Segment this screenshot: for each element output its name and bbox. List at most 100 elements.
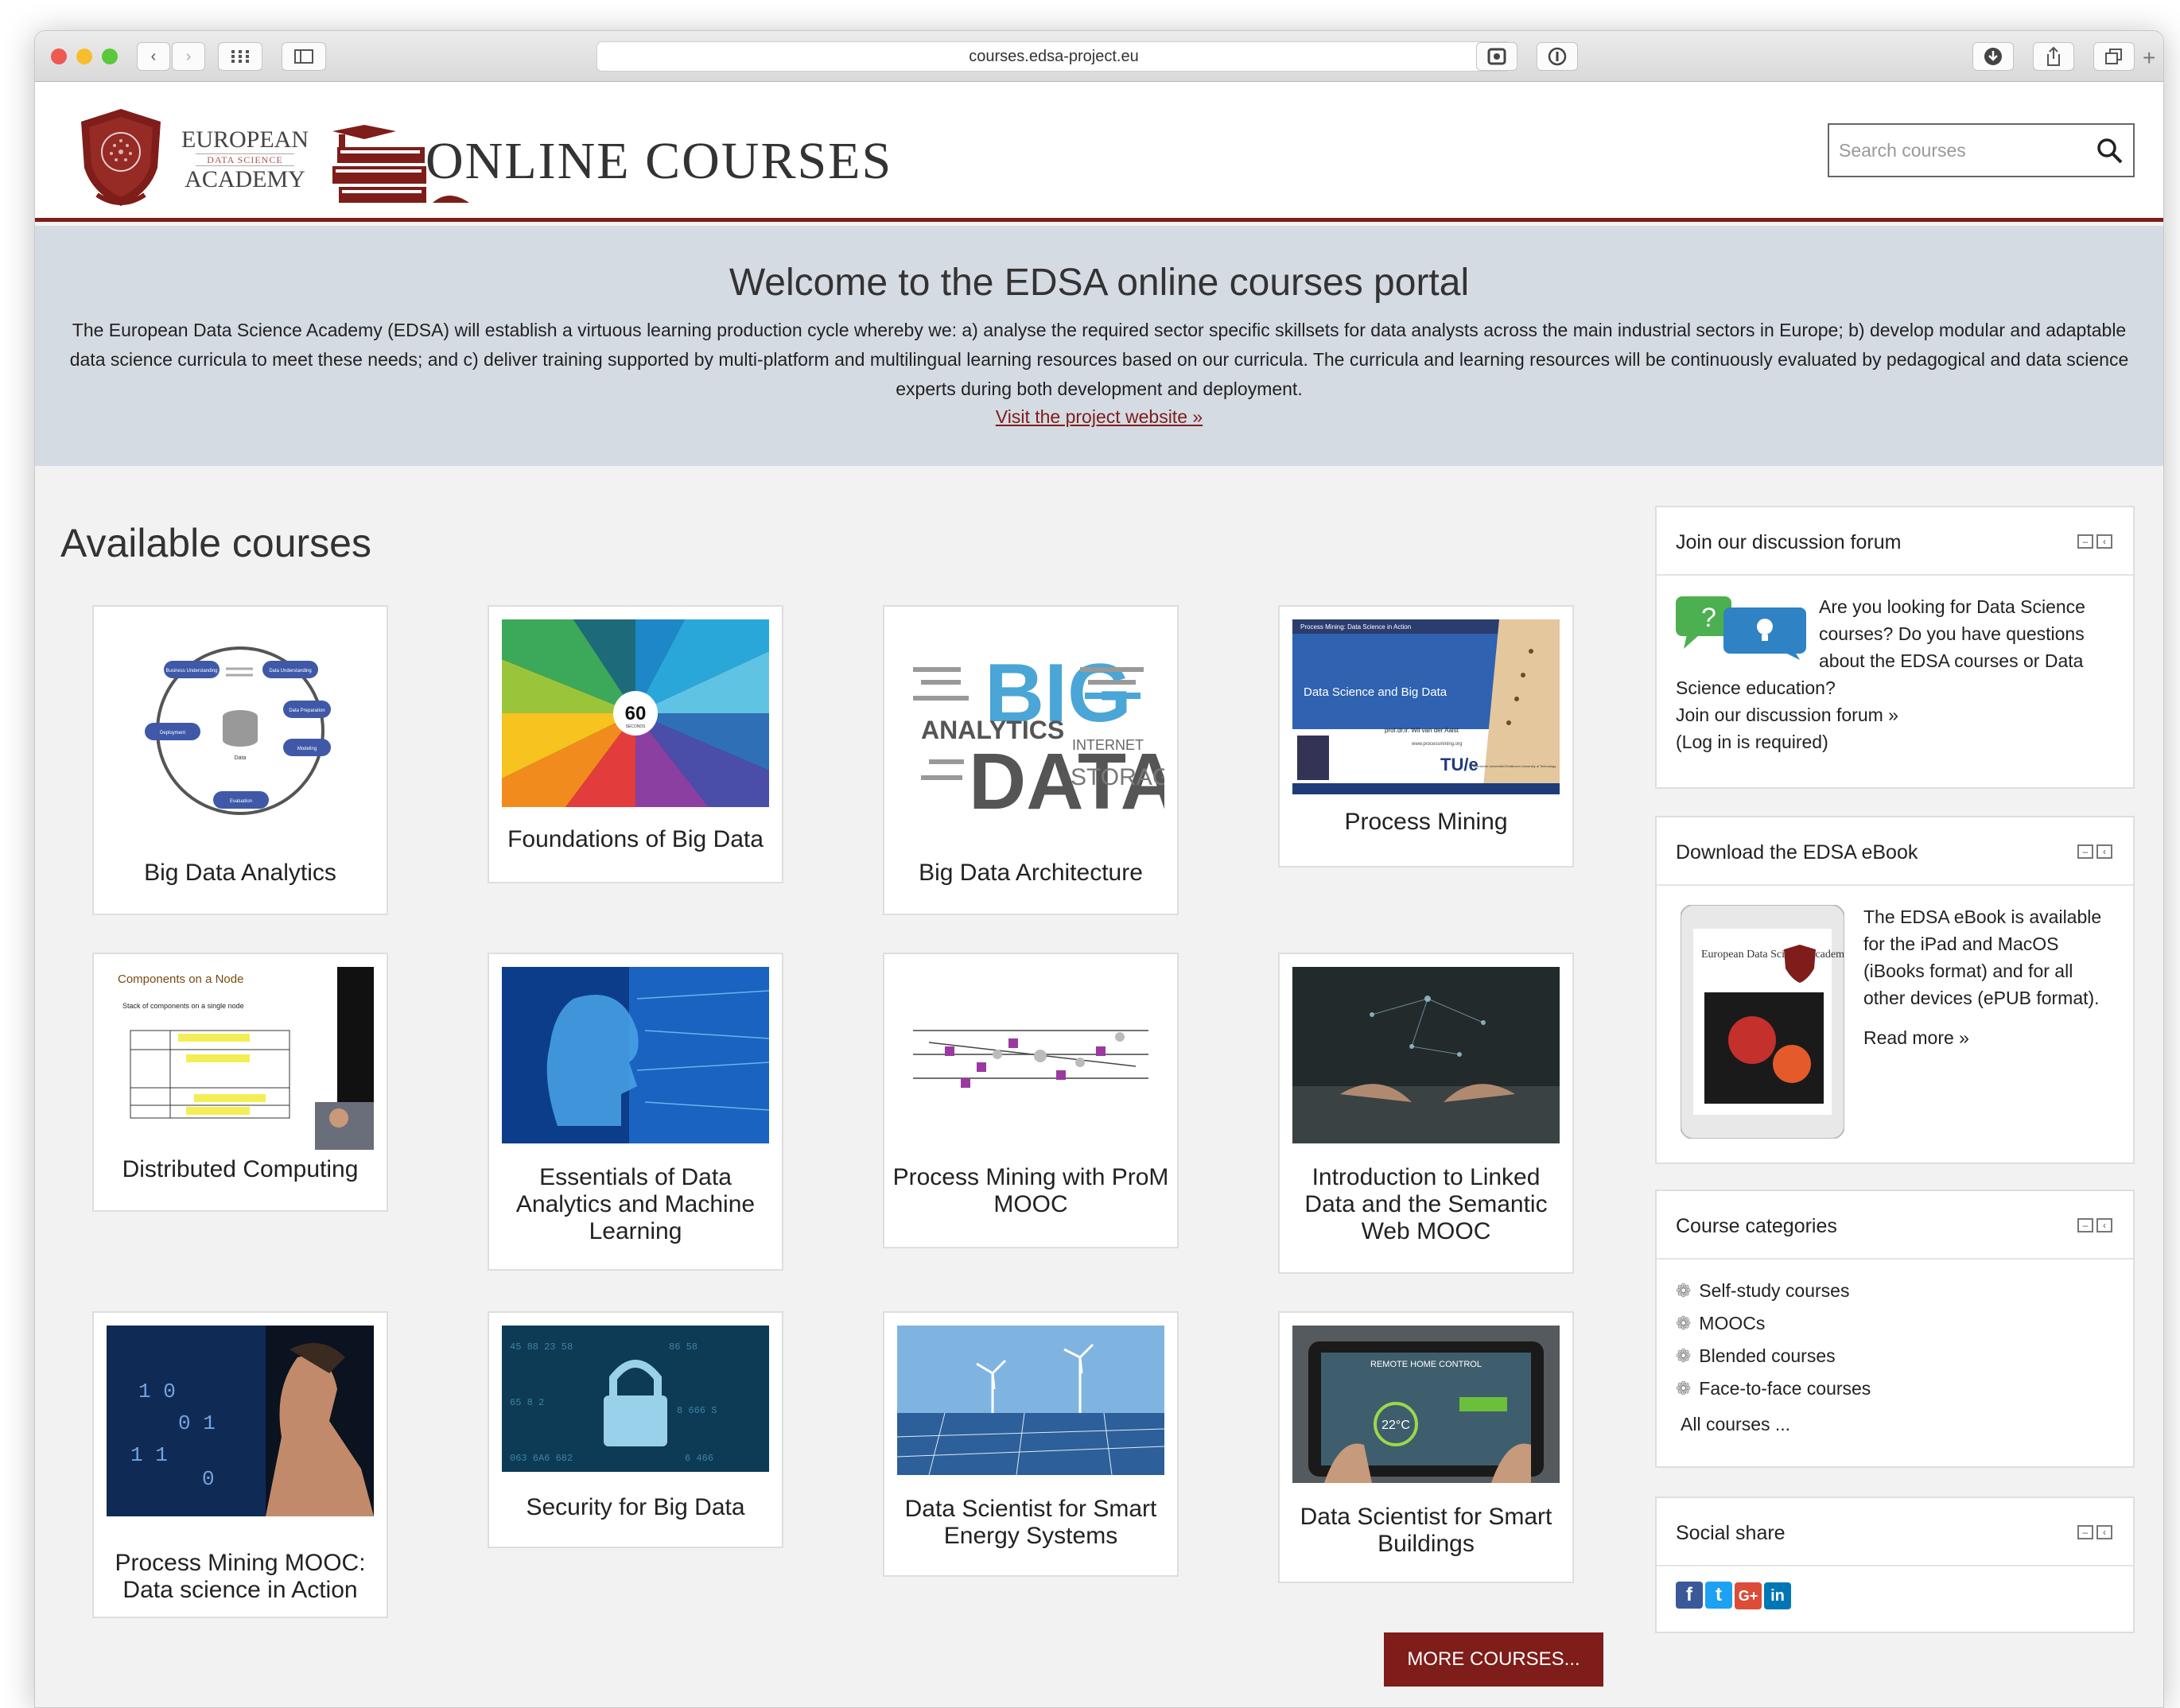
forum-block-body: ? Are you looking for Data Science cours… <box>1657 576 2133 773</box>
category-item[interactable]: ❁ Self-study courses <box>1676 1274 2114 1306</box>
reader-button[interactable] <box>1537 42 1578 71</box>
svg-text:www.processmining.org: www.processmining.org <box>1411 742 1462 747</box>
ebook-read-more-link[interactable]: Read more » <box>1863 1024 2114 1051</box>
course-title[interactable]: Foundations of Big Data <box>495 826 775 853</box>
course-card-smart-energy-systems[interactable]: Data Scientist for Smart Energy Systems <box>883 1311 1179 1577</box>
share-button[interactable] <box>2033 42 2074 71</box>
svg-text:1 0: 1 0 <box>138 1380 176 1403</box>
course-title[interactable]: Introduction to Linked Data and the Sema… <box>1286 1164 1566 1245</box>
course-card-process-mining-with-prom[interactable]: Process Mining with ProM MOOC <box>883 953 1179 1248</box>
ebook-block: Download the EDSA eBook – ‹ European Data… <box>1655 816 2135 1164</box>
svg-text:063 6A6 682: 063 6A6 682 <box>510 1453 573 1464</box>
course-card-foundations-of-big-data[interactable]: 60 SECONDS Foundations of Big Data <box>488 605 783 883</box>
category-label[interactable]: Blended courses <box>1699 1342 1835 1369</box>
category-label[interactable]: Face-to-face courses <box>1699 1375 1871 1402</box>
ebook-block-title: Download the EDSA eBook <box>1676 841 1918 864</box>
categories-block-title: Course categories <box>1676 1215 1837 1237</box>
forum-block-header: Join our discussion forum – ‹ <box>1657 507 2133 576</box>
course-card-process-mining-mooc[interactable]: 1 00 1 1 1 0 Process Mining MOOC: Data sci… <box>92 1311 388 1618</box>
forward-button[interactable]: › <box>172 42 205 71</box>
category-label[interactable]: Self-study courses <box>1699 1277 1849 1304</box>
course-title[interactable]: Big Data Analytics <box>100 860 380 887</box>
course-title[interactable]: Security for Big Data <box>495 1494 775 1521</box>
course-title[interactable]: Data Scientist for Smart Energy Systems <box>891 1496 1171 1550</box>
back-button[interactable]: ‹ <box>137 42 170 71</box>
collapse-icon[interactable]: – <box>2077 844 2093 859</box>
minimize-window-icon[interactable] <box>76 49 92 64</box>
facebook-icon[interactable]: f <box>1676 1582 1703 1609</box>
search-icon[interactable] <box>2096 138 2124 165</box>
share-icon <box>2047 46 2060 66</box>
course-title[interactable]: Process Mining with ProM MOOC <box>891 1164 1171 1218</box>
ipad-ebook-cover-icon[interactable]: European Data Science Academy <box>1681 905 1844 1139</box>
svg-text:6 466: 6 466 <box>685 1453 713 1464</box>
close-window-icon[interactable] <box>51 49 67 64</box>
svg-text:European Data Science Academy: European Data Science Academy <box>1701 949 1844 961</box>
download-icon <box>1984 48 2002 65</box>
svg-text:65 8 2: 65 8 2 <box>510 1397 544 1408</box>
category-item[interactable]: ❁ MOOCs <box>1676 1306 2114 1339</box>
project-website-link[interactable]: Visit the project website » <box>996 406 1203 428</box>
zoom-window-icon[interactable] <box>102 49 118 64</box>
collapse-icon[interactable]: – <box>2077 534 2093 549</box>
course-title[interactable]: Process Mining MOOC: Data science in Act… <box>100 1550 380 1604</box>
screenshot-button[interactable] <box>1476 42 1517 71</box>
academy-line-1: EUROPEAN <box>181 126 309 153</box>
available-courses-heading: Available courses <box>60 521 371 565</box>
dock-icon[interactable]: ‹ <box>2096 844 2112 859</box>
course-title[interactable]: Distributed Computing <box>100 1156 380 1183</box>
collapse-icon[interactable]: – <box>2077 1525 2093 1539</box>
course-card-linked-data-semantic-web[interactable]: Introduction to Linked Data and the Sema… <box>1278 953 1574 1274</box>
new-tab-icon[interactable]: + <box>2143 45 2155 71</box>
address-bar[interactable]: courses.edsa-project.eu ↻ <box>596 41 1511 72</box>
course-title[interactable]: Data Scientist for Smart Buildings <box>1286 1504 1566 1558</box>
collapse-icon[interactable]: – <box>2077 1218 2093 1232</box>
svg-text:Process Mining: Data Science i: Process Mining: Data Science in Action <box>1300 623 1411 631</box>
site-header: EUROPEAN DATA SCIENCE ACADEMY ONLINE COU… <box>35 82 2163 222</box>
svg-text:STORAGE: STORAGE <box>1071 764 1164 790</box>
course-title[interactable]: Essentials of Data Analytics and Machine… <box>495 1164 775 1245</box>
twitter-icon[interactable]: t <box>1705 1582 1732 1609</box>
all-courses-link[interactable]: All courses ... <box>1676 1411 2114 1438</box>
top-sites-button[interactable] <box>218 42 262 71</box>
categories-block-header: Course categories – ‹ <box>1657 1191 2133 1260</box>
google-plus-icon[interactable]: G+ <box>1735 1582 1762 1609</box>
info-icon <box>1548 47 1567 66</box>
grid-icon <box>231 50 249 63</box>
more-courses-button[interactable]: MORE COURSES... <box>1384 1632 1603 1687</box>
course-card-distributed-computing[interactable]: Components on a Node Stack of components… <box>92 953 388 1212</box>
downloads-button[interactable] <box>1972 42 2014 71</box>
svg-text:Evaluation: Evaluation <box>230 799 252 804</box>
linkedin-icon[interactable]: in <box>1764 1582 1791 1609</box>
academy-shield-logo[interactable] <box>73 106 169 211</box>
dock-icon[interactable]: ‹ <box>2096 1525 2112 1539</box>
svg-text:Business Understanding: Business Understanding <box>165 669 217 673</box>
search-input[interactable]: Search courses <box>1828 123 2135 177</box>
category-label[interactable]: MOOCs <box>1699 1310 1765 1337</box>
smart-home-tablet-thumbnail: REMOTE HOME CONTROL 22°C <box>1292 1326 1560 1483</box>
sidebar-icon <box>294 49 313 64</box>
course-card-big-data-analytics[interactable]: Business Understanding Data Understandin… <box>92 605 388 915</box>
dock-icon[interactable]: ‹ <box>2096 534 2112 549</box>
course-card-security-for-big-data[interactable]: 45 88 23 58 86 58 65 8 2 8 666 S 063 6A6 682… <box>488 1311 783 1548</box>
course-card-process-mining[interactable]: Process Mining: Data Science in Action D… <box>1278 605 1574 868</box>
category-icon: ❁ <box>1676 1279 1692 1301</box>
academy-wordmark: EUROPEAN DATA SCIENCE ACADEMY <box>181 126 309 193</box>
svg-text:Data Understanding: Data Understanding <box>269 669 311 673</box>
svg-text:Deployment: Deployment <box>160 731 185 736</box>
categories-block: Course categories – ‹ ❁ Self-study courses… <box>1655 1190 2135 1468</box>
ebook-block-body: European Data Science Academy The EDSA e… <box>1657 886 2133 1139</box>
tabs-overview-button[interactable] <box>2093 42 2135 71</box>
course-title[interactable]: Process Mining <box>1286 809 1566 836</box>
category-item[interactable]: ❁ Face-to-face courses <box>1676 1372 2114 1404</box>
course-card-big-data-architecture[interactable]: BIG DATA ANALYTICS STORAGE INTERNET Big … <box>883 605 1179 915</box>
svg-text:Technische Universiteit Eindho: Technische Universiteit Eindhoven Univer… <box>1472 764 1556 768</box>
course-card-smart-buildings[interactable]: REMOTE HOME CONTROL 22°C Data Scientist … <box>1278 1311 1574 1583</box>
sidebar-toggle-button[interactable] <box>282 42 326 71</box>
forum-link[interactable]: Join our discussion forum » <box>1676 701 2114 728</box>
category-item[interactable]: ❁ Blended courses <box>1676 1339 2114 1372</box>
course-card-essentials-of-data-analytics[interactable]: Essentials of Data Analytics and Machine… <box>488 953 783 1271</box>
course-title[interactable]: Big Data Architecture <box>891 860 1171 887</box>
process-mining-slide-thumbnail: Process Mining: Data Science in Action D… <box>1292 619 1560 794</box>
dock-icon[interactable]: ‹ <box>2096 1218 2112 1232</box>
